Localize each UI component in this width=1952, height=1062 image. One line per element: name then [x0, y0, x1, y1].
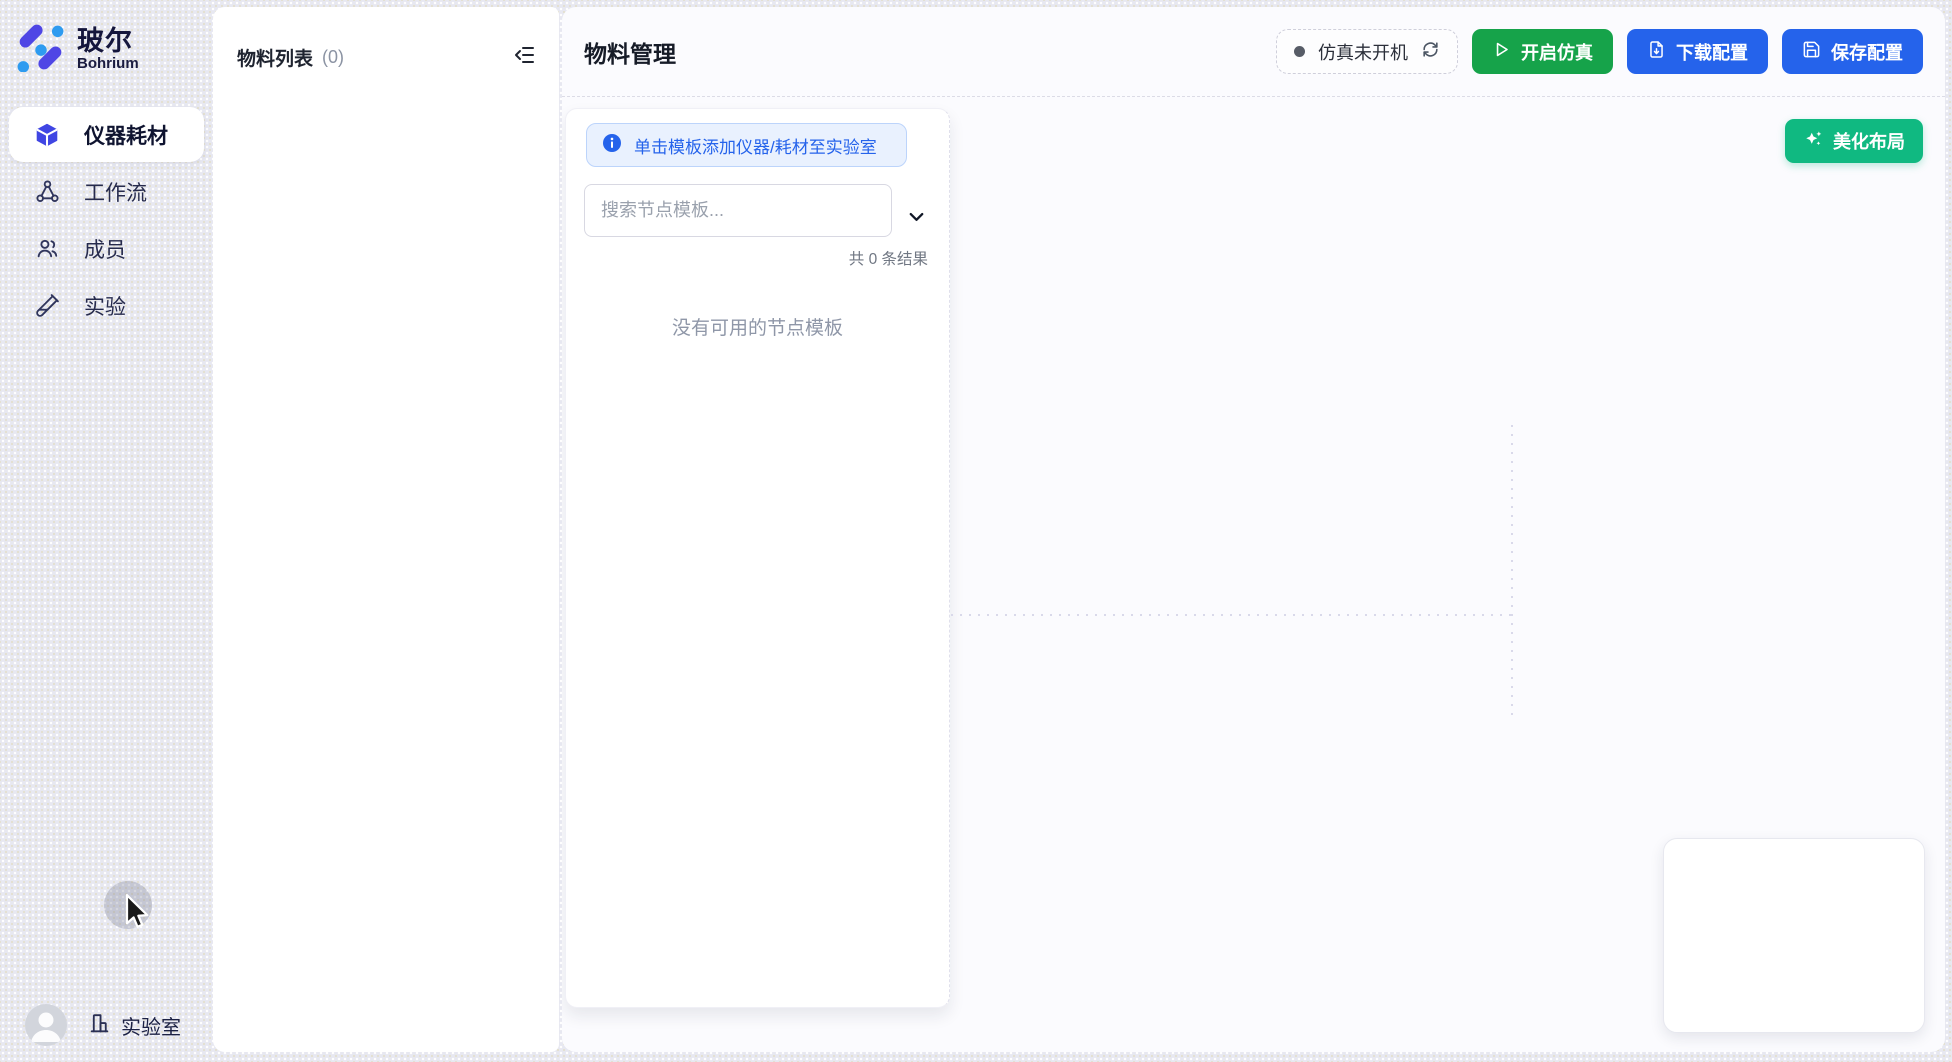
cube-icon [34, 122, 60, 148]
sidebar: 玻尔 Bohrium 仪器耗材 [0, 0, 213, 1062]
brand-text: 玻尔 Bohrium [77, 27, 139, 72]
sidebar-item-label: 成员 [84, 234, 126, 264]
brand-subtitle: Bohrium [77, 56, 139, 72]
download-config-label: 下载配置 [1676, 39, 1748, 65]
material-list-count: (0) [322, 47, 513, 68]
workflow-icon [34, 179, 60, 204]
info-icon [602, 133, 622, 158]
template-result-count: 共 0 条结果 [566, 247, 949, 269]
refresh-icon[interactable] [1421, 40, 1440, 64]
file-download-icon [1647, 40, 1666, 64]
main-content: 物料管理 仿真未开机 [562, 7, 1945, 1052]
bohrium-logo-icon [16, 22, 66, 77]
page-title: 物料管理 [584, 35, 676, 69]
canvas-horizontal-guide [951, 614, 1513, 616]
play-icon [1492, 40, 1511, 64]
material-list-title: 物料列表 [237, 44, 313, 71]
user-avatar[interactable] [25, 1004, 67, 1046]
save-config-label: 保存配置 [1831, 39, 1903, 65]
template-empty-message: 没有可用的节点模板 [566, 313, 949, 340]
lab-switcher[interactable]: 实验室 [87, 1010, 181, 1041]
material-panel-header: 物料列表 (0) [213, 7, 559, 72]
start-simulation-label: 开启仿真 [1521, 39, 1593, 65]
users-icon [34, 236, 60, 261]
flow-canvas[interactable]: 单击模板添加仪器/耗材至实验室 共 0 条结果 没有可用的节点模板 [562, 97, 1945, 1052]
test-tube-icon [34, 293, 60, 318]
building-icon [87, 1010, 112, 1041]
start-simulation-button[interactable]: 开启仿真 [1472, 29, 1613, 74]
template-search-row [584, 184, 892, 237]
template-hint-text: 单击模板添加仪器/耗材至实验室 [634, 133, 877, 158]
sparkles-icon [1803, 129, 1823, 154]
simulation-status-label: 仿真未开机 [1318, 39, 1408, 65]
sidebar-nav: 仪器耗材 工作流 [0, 107, 213, 333]
app-root: 玻尔 Bohrium 仪器耗材 [0, 0, 1952, 1062]
template-search-input[interactable] [584, 184, 892, 237]
sidebar-item-label: 实验 [84, 291, 126, 321]
sidebar-item-instruments[interactable]: 仪器耗材 [9, 107, 204, 162]
brand-name: 玻尔 [77, 27, 139, 56]
beautify-layout-label: 美化布局 [1833, 128, 1905, 154]
material-list-panel: 物料列表 (0) [213, 7, 559, 1052]
save-icon [1802, 40, 1821, 64]
canvas-minimap[interactable] [1663, 838, 1925, 1033]
main-header: 物料管理 仿真未开机 [562, 7, 1945, 97]
collapse-panel-icon[interactable] [513, 43, 537, 72]
template-hint-banner[interactable]: 单击模板添加仪器/耗材至实验室 [586, 123, 907, 167]
beautify-layout-button[interactable]: 美化布局 [1785, 119, 1923, 163]
sidebar-item-workflow[interactable]: 工作流 [9, 164, 204, 219]
sidebar-item-label: 仪器耗材 [84, 120, 168, 150]
node-template-panel: 单击模板添加仪器/耗材至实验室 共 0 条结果 没有可用的节点模板 [565, 108, 950, 1008]
sidebar-item-label: 工作流 [84, 177, 147, 207]
lab-label: 实验室 [121, 1011, 181, 1040]
header-actions: 仿真未开机 [1276, 29, 1923, 74]
sidebar-item-experiment[interactable]: 实验 [9, 278, 204, 333]
sidebar-item-members[interactable]: 成员 [9, 221, 204, 276]
download-config-button[interactable]: 下载配置 [1627, 29, 1768, 74]
brand-logo-row: 玻尔 Bohrium [0, 0, 213, 77]
sidebar-footer: 实验室 [0, 1004, 213, 1046]
simulation-status-pill[interactable]: 仿真未开机 [1276, 29, 1458, 74]
canvas-vertical-guide [1511, 425, 1513, 720]
chevron-down-icon[interactable] [905, 205, 928, 233]
save-config-button[interactable]: 保存配置 [1782, 29, 1923, 74]
status-dot-icon [1294, 46, 1305, 57]
